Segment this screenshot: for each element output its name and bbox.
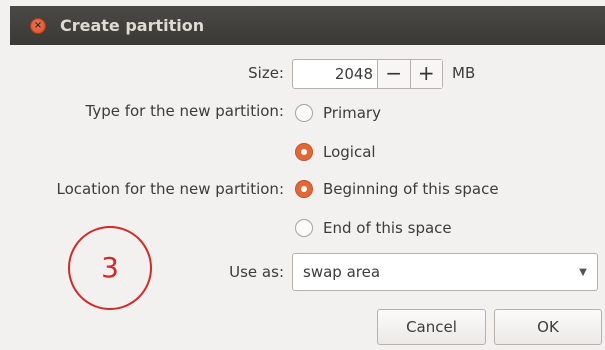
radio-end[interactable]: End of this space [295, 219, 452, 237]
increment-button[interactable]: + [409, 60, 442, 88]
size-spinbox[interactable]: 2048 − + [292, 59, 443, 89]
dropdown-arrow-icon[interactable]: ▼ [569, 267, 597, 278]
size-input[interactable]: 2048 [293, 60, 377, 88]
decrement-button[interactable]: − [377, 60, 410, 88]
partition-location-label: Location for the new partition: [56, 180, 284, 198]
ok-button[interactable]: OK [494, 309, 602, 345]
use-as-label: Use as: [229, 263, 284, 281]
radio-beginning-label: Beginning of this space [323, 180, 499, 198]
close-icon[interactable]: × [30, 17, 46, 34]
cancel-button[interactable]: Cancel [377, 309, 486, 345]
radio-logical-label: Logical [323, 143, 376, 161]
size-label: Size: [248, 64, 284, 82]
radio-button-icon[interactable] [295, 104, 313, 122]
radio-primary[interactable]: Primary [295, 104, 381, 122]
title-bar: × Create partition [10, 6, 605, 45]
radio-primary-label: Primary [323, 104, 381, 122]
partition-type-label: Type for the new partition: [85, 102, 285, 120]
radio-button-selected-icon[interactable] [295, 143, 313, 161]
radio-beginning[interactable]: Beginning of this space [295, 180, 499, 198]
radio-button-selected-icon[interactable] [295, 180, 313, 198]
use-as-dropdown[interactable]: swap area ▼ [292, 253, 598, 291]
radio-end-label: End of this space [323, 219, 452, 237]
use-as-value: swap area [303, 263, 381, 281]
size-unit-label: MB [452, 64, 476, 82]
window-title: Create partition [60, 16, 205, 35]
radio-button-icon[interactable] [295, 219, 313, 237]
radio-logical[interactable]: Logical [295, 143, 376, 161]
annotation-circle-number: 3 [68, 226, 152, 310]
